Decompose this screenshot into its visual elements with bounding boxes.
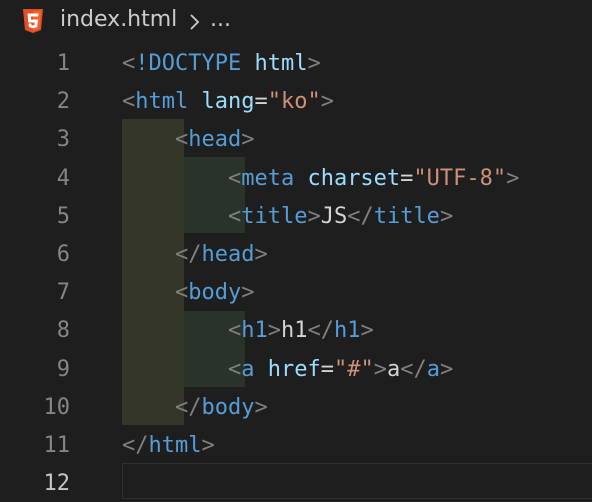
code-token: !DOCTYPE <box>135 51 242 76</box>
code-token: > <box>360 318 374 344</box>
code-token: "#" <box>333 356 374 382</box>
code-token: > <box>254 394 268 420</box>
code-token: JS <box>320 203 348 229</box>
code-token: </ <box>122 433 149 458</box>
code-line[interactable]: <head> <box>122 121 254 159</box>
line-number: 7 <box>56 280 70 306</box>
code-line[interactable]: <a href="#">a</a> <box>122 351 453 389</box>
line-number: 4 <box>56 165 70 191</box>
code-line[interactable]: <html lang="ko"> <box>122 83 334 121</box>
line-number: 10 <box>43 394 71 420</box>
code-token: > <box>241 127 255 153</box>
line-number: 2 <box>56 89 70 115</box>
code-token: </ <box>347 203 374 229</box>
code-line[interactable]: <!DOCTYPE html> <box>122 45 321 83</box>
code-token: a <box>386 356 401 382</box>
code-token: title <box>373 203 440 229</box>
code-token: h1 <box>333 318 361 344</box>
code-token: href <box>267 356 321 382</box>
code-token: charset <box>307 165 401 191</box>
code-line[interactable]: </head> <box>122 236 268 274</box>
code-token: html <box>148 433 202 458</box>
code-token: html <box>254 51 308 76</box>
code-line[interactable]: <meta charset="UTF-8"> <box>122 160 519 198</box>
line-number: 12 <box>43 471 71 497</box>
code-token: head <box>188 127 242 153</box>
breadcrumb: index.html ... <box>0 0 592 44</box>
code-token: body <box>188 280 242 306</box>
code-token: < <box>122 89 136 115</box>
code-token: = <box>254 89 268 115</box>
code-token: > <box>506 165 520 191</box>
line-number: 9 <box>56 356 70 382</box>
code-token: h1 <box>241 318 268 344</box>
code-token: > <box>373 356 387 382</box>
line-number: 8 <box>56 318 70 344</box>
code-token: > <box>439 203 454 229</box>
code-token: > <box>320 89 334 115</box>
code-token: < <box>227 203 242 229</box>
code-token: > <box>254 242 268 267</box>
breadcrumb-more[interactable]: ... <box>210 7 231 32</box>
code-token: head <box>201 242 255 267</box>
line-number: 6 <box>56 242 70 267</box>
code-token: < <box>174 280 189 306</box>
code-token: </ <box>307 318 334 344</box>
code-token: h1 <box>280 318 308 344</box>
line-number: 3 <box>56 127 70 153</box>
code-token: "ko" <box>267 89 321 115</box>
code-token: </ <box>174 394 202 420</box>
code-token: > <box>307 51 321 76</box>
code-token: a <box>426 356 440 382</box>
breadcrumb-file[interactable]: index.html <box>60 7 177 32</box>
code-token: > <box>307 203 321 229</box>
code-token: html <box>135 89 189 115</box>
code-line[interactable]: </body> <box>122 389 268 427</box>
code-editor[interactable]: index.html ... 1 2 3 4 5 6 7 8 9 10 11 12 <!DOCTYPE… <box>0 0 592 502</box>
code-token: < <box>227 318 242 344</box>
code-line[interactable]: </html> <box>122 427 215 465</box>
chevron-right-icon <box>190 14 200 30</box>
code-token: = <box>400 165 414 191</box>
line-number: 1 <box>56 51 70 76</box>
code-token: lang <box>201 89 255 115</box>
code-token: </ <box>174 242 202 267</box>
code-token: > <box>201 433 215 458</box>
code-token: > <box>241 280 255 306</box>
code-token: "UTF-8" <box>413 165 507 191</box>
code-token: < <box>227 165 242 191</box>
code-line[interactable]: <title>JS</title> <box>122 198 453 236</box>
code-token: title <box>241 203 308 229</box>
line-number: 11 <box>43 433 71 458</box>
code-line[interactable]: <body> <box>122 274 254 312</box>
code-token: = <box>320 356 334 382</box>
current-line-highlight <box>122 463 592 499</box>
code-token: < <box>174 127 189 153</box>
line-number: 5 <box>56 203 70 229</box>
code-token: meta <box>241 165 295 191</box>
html5-icon <box>23 9 43 33</box>
code-line[interactable]: <h1>h1</h1> <box>122 312 374 350</box>
code-token: </ <box>400 356 427 382</box>
code-token: > <box>267 318 281 344</box>
code-token: < <box>227 356 242 382</box>
code-token: < <box>122 51 136 76</box>
code-token: a <box>241 356 255 382</box>
code-token: > <box>439 356 454 382</box>
code-token: body <box>201 394 255 420</box>
